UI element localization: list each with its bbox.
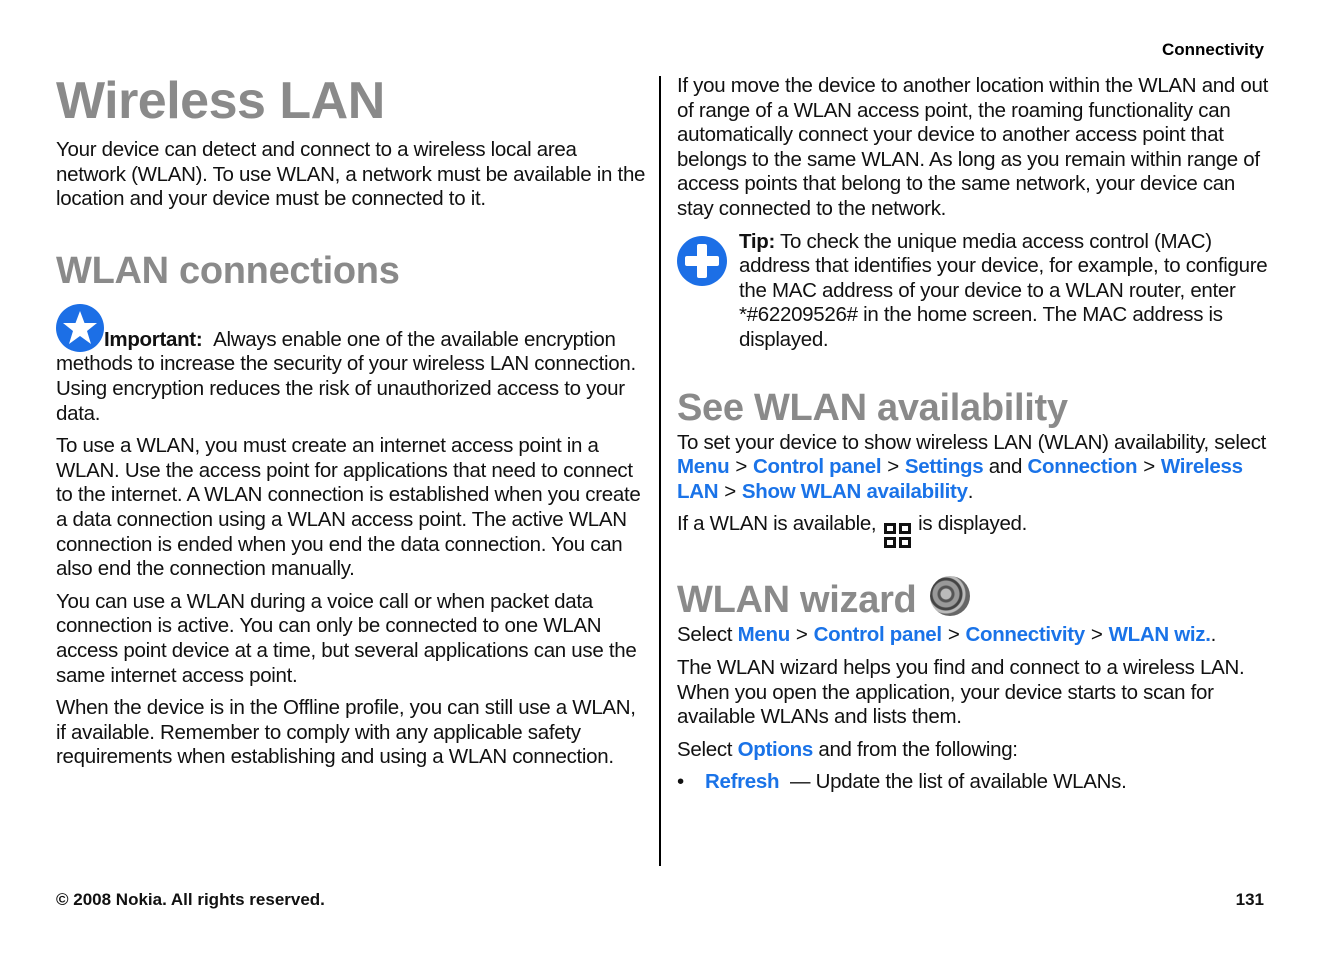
- wlan-available-icon: [883, 523, 911, 549]
- tip-label: Tip:: [739, 229, 775, 253]
- link-connectivity[interactable]: Connectivity: [965, 623, 1085, 646]
- copyright: © 2008 Nokia. All rights reserved.: [56, 890, 325, 909]
- link-connection[interactable]: Connection: [1028, 455, 1138, 478]
- right-column: If you move the device to another locati…: [677, 74, 1272, 795]
- paragraph: You can use a WLAN during a voice call o…: [56, 589, 637, 687]
- paragraph: To use a WLAN, you must create an intern…: [56, 434, 641, 581]
- list-item: • Refresh — Update the list of available …: [677, 770, 1127, 794]
- wizard-heading: WLAN wizard: [677, 576, 1272, 623]
- tip-text: To check the unique media access control…: [739, 229, 1268, 351]
- left-column: Wireless LAN Your device can detect and …: [56, 70, 646, 770]
- availability-indicator-text: If a WLAN is available, is displayed.: [677, 512, 1272, 549]
- column-divider: [659, 76, 661, 866]
- wlan-wizard-icon: [930, 576, 971, 617]
- important-star-icon: [56, 303, 104, 352]
- page-title: Wireless LAN: [56, 72, 385, 130]
- paragraph: When the device is in the Offline profil…: [56, 696, 636, 769]
- important-label: Important:: [104, 327, 203, 351]
- availability-heading: See WLAN availability: [677, 386, 1068, 429]
- wizard-description: The WLAN wizard helps you find and conne…: [677, 655, 1245, 729]
- tip-plus-icon: [677, 235, 727, 286]
- section-header: Connectivity: [1161, 40, 1264, 59]
- important-notice: Important: Always enable one of the avai…: [56, 303, 646, 426]
- option-refresh[interactable]: Refresh: [705, 770, 780, 793]
- link-control-panel[interactable]: Control panel: [753, 455, 882, 478]
- roaming-paragraph: If you move the device to another locati…: [677, 74, 1268, 220]
- wlan-connections-heading: WLAN connections: [56, 249, 400, 292]
- link-show-wlan-availability[interactable]: Show WLAN availability: [742, 480, 968, 503]
- wizard-path: Select Menu > Control panel > Connectivity > W…: [677, 623, 1217, 647]
- page-number: 131: [1235, 890, 1264, 909]
- tip-box: Tip: To check the unique media access co…: [677, 222, 1272, 353]
- options-intro: Select Options and from the following:: [677, 737, 1018, 761]
- link-options[interactable]: Options: [738, 738, 814, 761]
- link-menu[interactable]: Menu: [738, 623, 791, 646]
- options-list: • Refresh — Update the list of available …: [677, 770, 1272, 795]
- link-control-panel[interactable]: Control panel: [814, 623, 943, 646]
- bullet: •: [677, 770, 684, 794]
- link-settings[interactable]: Settings: [905, 455, 984, 478]
- link-menu[interactable]: Menu: [677, 455, 730, 478]
- link-wlan-wiz[interactable]: WLAN wiz.: [1109, 623, 1211, 646]
- availability-instructions: To set your device to show wireless LAN …: [677, 430, 1267, 503]
- intro-paragraph: Your device can detect and connect to a …: [56, 138, 646, 211]
